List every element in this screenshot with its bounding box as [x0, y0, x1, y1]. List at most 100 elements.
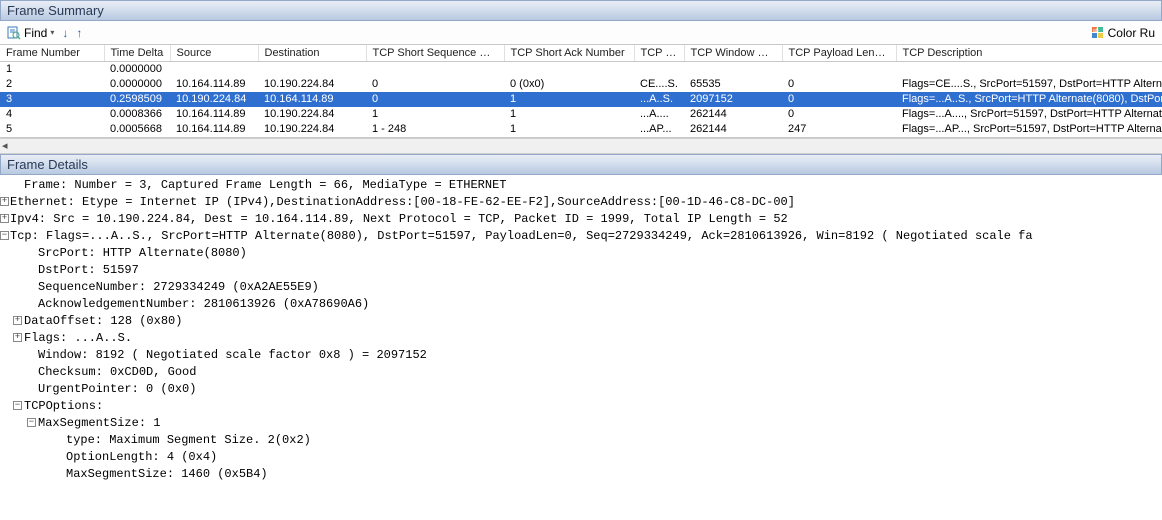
cell-len: 0 — [782, 92, 896, 107]
cell-win: 65535 — [684, 77, 782, 92]
color-rules-icon: ab — [1091, 26, 1105, 40]
tree-node-text: AcknowledgementNumber: 2810613926 (0xA78… — [38, 296, 369, 313]
find-dropdown-icon: ▾ — [50, 28, 54, 37]
cell-win — [684, 62, 782, 78]
column-header[interactable]: Frame Number — [0, 45, 104, 62]
cell-flags — [634, 62, 684, 78]
tree-node[interactable]: DstPort: 51597 — [0, 262, 1162, 279]
column-header[interactable]: TCP Fl... — [634, 45, 684, 62]
tree-node[interactable]: +Ethernet: Etype = Internet IP (IPv4),De… — [0, 194, 1162, 211]
frame-summary-grid[interactable]: Frame NumberTime DeltaSourceDestinationT… — [0, 45, 1162, 137]
cell-desc: Flags=CE....S., SrcPort=51597, DstPort=H… — [896, 77, 1162, 92]
tree-node[interactable]: Checksum: 0xCD0D, Good — [0, 364, 1162, 381]
frame-summary-title: Frame Summary — [7, 3, 104, 18]
cell-seq — [366, 62, 504, 78]
tree-node-text: Frame: Number = 3, Captured Frame Length… — [24, 177, 506, 194]
horizontal-scrollbar[interactable]: ◂ — [0, 138, 1162, 154]
cell-len: 0 — [782, 77, 896, 92]
tree-node[interactable]: AcknowledgementNumber: 2810613926 (0xA78… — [0, 296, 1162, 313]
cell-len — [782, 62, 896, 78]
tree-gutter: − — [0, 398, 24, 415]
expand-icon[interactable]: + — [13, 316, 22, 325]
column-header[interactable]: Destination — [258, 45, 366, 62]
tree-node-text: UrgentPointer: 0 (0x0) — [38, 381, 196, 398]
cell-num: 2 — [0, 77, 104, 92]
cell-src: 10.190.224.84 — [170, 92, 258, 107]
grid-header-row[interactable]: Frame NumberTime DeltaSourceDestinationT… — [0, 45, 1162, 62]
tree-node[interactable]: +Ipv4: Src = 10.190.224.84, Dest = 10.16… — [0, 211, 1162, 228]
tree-gutter: − — [0, 228, 10, 245]
cell-ack: 1 — [504, 122, 634, 137]
cell-flags: ...A..S. — [634, 92, 684, 107]
column-header[interactable]: TCP Window Size — [684, 45, 782, 62]
arrow-down-button[interactable]: ↓ — [59, 26, 71, 40]
frame-details-tree[interactable]: Frame: Number = 3, Captured Frame Length… — [0, 175, 1162, 485]
tree-node-text: SequenceNumber: 2729334249 (0xA2AE55E9) — [38, 279, 319, 296]
table-row[interactable]: 50.000566810.164.114.8910.190.224.841 - … — [0, 122, 1162, 137]
cell-desc: Flags=...A..S., SrcPort=HTTP Alternate(8… — [896, 92, 1162, 107]
cell-src: 10.164.114.89 — [170, 107, 258, 122]
expand-icon[interactable]: + — [0, 197, 9, 206]
svg-text:ab: ab — [1093, 28, 1099, 34]
cell-num: 5 — [0, 122, 104, 137]
expand-icon[interactable]: + — [13, 333, 22, 342]
tree-node[interactable]: SequenceNumber: 2729334249 (0xA2AE55E9) — [0, 279, 1162, 296]
cell-desc — [896, 62, 1162, 78]
column-header[interactable]: TCP Short Ack Number — [504, 45, 634, 62]
cell-src — [170, 62, 258, 78]
cell-len: 0 — [782, 107, 896, 122]
tree-node[interactable]: −Tcp: Flags=...A..S., SrcPort=HTTP Alter… — [0, 228, 1162, 245]
cell-win: 2097152 — [684, 92, 782, 107]
table-row[interactable]: 10.0000000 — [0, 62, 1162, 78]
expand-icon[interactable]: + — [0, 214, 9, 223]
frame-details-title: Frame Details — [7, 157, 88, 172]
tree-gutter: + — [0, 313, 24, 330]
tree-node[interactable]: −TCPOptions: — [0, 398, 1162, 415]
cell-delta: 0.0000000 — [104, 77, 170, 92]
column-header[interactable]: TCP Short Sequence Range — [366, 45, 504, 62]
tree-node[interactable]: SrcPort: HTTP Alternate(8080) — [0, 245, 1162, 262]
find-label: Find — [24, 26, 47, 40]
cell-num: 4 — [0, 107, 104, 122]
color-rules-button[interactable]: ab Color Ru — [1088, 26, 1158, 40]
find-button[interactable]: Find ▾ — [4, 26, 57, 40]
tree-node[interactable]: OptionLength: 4 (0x4) — [0, 449, 1162, 466]
cell-flags: CE....S. — [634, 77, 684, 92]
tree-gutter: − — [0, 415, 38, 432]
scroll-left-icon[interactable]: ◂ — [2, 139, 8, 152]
cell-dst: 10.190.224.84 — [258, 107, 366, 122]
tree-node-text: Tcp: Flags=...A..S., SrcPort=HTTP Altern… — [10, 228, 1033, 245]
cell-seq: 1 - 248 — [366, 122, 504, 137]
cell-flags: ...AP... — [634, 122, 684, 137]
tree-node[interactable]: −MaxSegmentSize: 1 — [0, 415, 1162, 432]
tree-node-text: DataOffset: 128 (0x80) — [24, 313, 182, 330]
cell-ack: 1 — [504, 92, 634, 107]
frame-details-header: Frame Details — [0, 154, 1162, 175]
tree-node-text: SrcPort: HTTP Alternate(8080) — [38, 245, 247, 262]
tree-node[interactable]: Frame: Number = 3, Captured Frame Length… — [0, 177, 1162, 194]
tree-node-text: TCPOptions: — [24, 398, 103, 415]
column-header[interactable]: TCP Description — [896, 45, 1162, 62]
cell-dst — [258, 62, 366, 78]
tree-node-text: OptionLength: 4 (0x4) — [66, 449, 217, 466]
cell-src: 10.164.114.89 — [170, 122, 258, 137]
tree-node[interactable]: +Flags: ...A..S. — [0, 330, 1162, 347]
collapse-icon[interactable]: − — [0, 231, 9, 240]
collapse-icon[interactable]: − — [13, 401, 22, 410]
tree-node-text: DstPort: 51597 — [38, 262, 139, 279]
arrow-up-button[interactable]: ↑ — [73, 26, 85, 40]
tree-node[interactable]: +DataOffset: 128 (0x80) — [0, 313, 1162, 330]
tree-node-text: Ethernet: Etype = Internet IP (IPv4),Des… — [10, 194, 795, 211]
table-row[interactable]: 40.000836610.164.114.8910.190.224.8411..… — [0, 107, 1162, 122]
tree-node[interactable]: MaxSegmentSize: 1460 (0x5B4) — [0, 466, 1162, 483]
tree-node-text: Flags: ...A..S. — [24, 330, 132, 347]
table-row[interactable]: 30.259850910.190.224.8410.164.114.8901..… — [0, 92, 1162, 107]
column-header[interactable]: Time Delta — [104, 45, 170, 62]
collapse-icon[interactable]: − — [27, 418, 36, 427]
column-header[interactable]: TCP Payload Length — [782, 45, 896, 62]
tree-node[interactable]: type: Maximum Segment Size. 2(0x2) — [0, 432, 1162, 449]
tree-node[interactable]: UrgentPointer: 0 (0x0) — [0, 381, 1162, 398]
tree-node[interactable]: Window: 8192 ( Negotiated scale factor 0… — [0, 347, 1162, 364]
column-header[interactable]: Source — [170, 45, 258, 62]
table-row[interactable]: 20.000000010.164.114.8910.190.224.8400 (… — [0, 77, 1162, 92]
